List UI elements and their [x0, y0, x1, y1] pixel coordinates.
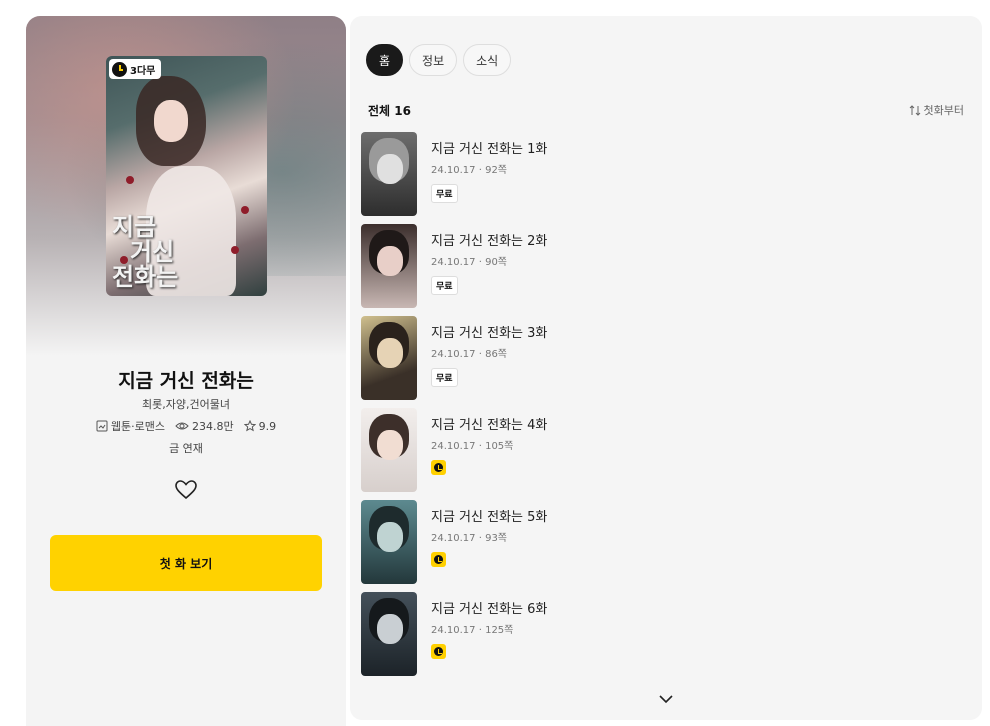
serial-schedule: 금 연재	[169, 442, 203, 455]
episode-row[interactable]: 지금 거신 전화는 4화 24.10.17 · 105쪽	[361, 408, 961, 500]
work-authors[interactable]: 최롯,자양,건어물녀	[26, 396, 346, 412]
wait-free-icon	[431, 460, 446, 475]
eye-icon	[175, 422, 189, 430]
free-badge: 무료	[431, 368, 458, 387]
episode-thumbnail	[361, 500, 417, 584]
episode-title: 지금 거신 전화는 1화	[431, 142, 548, 157]
episode-meta: 24.10.17 · 90쪽	[431, 257, 508, 268]
first-episode-button[interactable]: 첫 화 보기	[50, 535, 322, 591]
episode-row[interactable]: 지금 거신 전화는 5화 24.10.17 · 93쪽	[361, 500, 961, 592]
tab-home[interactable]: 홈	[366, 44, 404, 76]
cover-image[interactable]: 지금 거신 전화는 3다무	[106, 56, 267, 296]
work-title: 지금 거신 전화는	[118, 370, 254, 392]
free-badge: 무료	[431, 184, 458, 203]
episode-thumbnail	[361, 132, 417, 216]
heart-icon[interactable]	[174, 478, 198, 502]
wait-free-icon	[431, 644, 446, 659]
star-icon	[243, 420, 256, 432]
episode-list: 지금 거신 전화는 1화 24.10.17 · 92쪽 무료 지금 거신 전화는…	[361, 132, 961, 684]
free-badge: 무료	[431, 276, 458, 295]
view-count: 234.8만	[175, 418, 234, 434]
episode-row[interactable]: 지금 거신 전화는 6화 24.10.17 · 125쪽	[361, 592, 961, 684]
work-meta: 웹툰·로맨스 234.8만 9.9	[26, 418, 346, 434]
episode-thumbnail	[361, 224, 417, 308]
episode-count: 전체 16	[368, 104, 411, 118]
episode-title: 지금 거신 전화는 4화	[431, 418, 548, 433]
episode-thumbnail	[361, 408, 417, 492]
tab-bar: 홈 정보 소식	[366, 44, 512, 76]
cover-title-art: 지금 거신 전화는	[112, 212, 179, 291]
episode-panel: 홈 정보 소식 전체 16 첫화부터 지금 거신 전화는 1화 24.10.17…	[350, 16, 982, 720]
wait-free-badge: 3다무	[109, 59, 162, 79]
clock-icon	[112, 61, 127, 77]
episode-meta: 24.10.17 · 86쪽	[431, 349, 508, 360]
episode-meta: 24.10.17 · 125쪽	[431, 625, 514, 636]
episode-row[interactable]: 지금 거신 전화는 1화 24.10.17 · 92쪽 무료	[361, 132, 961, 224]
webtoon-icon	[96, 420, 108, 432]
episode-thumbnail	[361, 592, 417, 676]
work-detail-panel: 지금 거신 전화는 3다무 지금 거신 전화는 최롯,자양,건어물녀 웹툰·로맨…	[26, 16, 346, 726]
sort-button[interactable]: 첫화부터	[909, 102, 964, 118]
wait-free-icon	[431, 552, 446, 567]
episode-thumbnail	[361, 316, 417, 400]
chevron-down-icon[interactable]	[658, 692, 674, 706]
episode-row[interactable]: 지금 거신 전화는 3화 24.10.17 · 86쪽 무료	[361, 316, 961, 408]
tab-info[interactable]: 정보	[409, 44, 458, 76]
episode-title: 지금 거신 전화는 6화	[431, 602, 548, 617]
sort-icon	[909, 104, 920, 116]
episode-row[interactable]: 지금 거신 전화는 2화 24.10.17 · 90쪽 무료	[361, 224, 961, 316]
episode-meta: 24.10.17 · 92쪽	[431, 165, 508, 176]
genre-info: 웹툰·로맨스	[96, 418, 165, 434]
episode-title: 지금 거신 전화는 5화	[431, 510, 548, 525]
episode-title: 지금 거신 전화는 2화	[431, 234, 548, 249]
episode-title: 지금 거신 전화는 3화	[431, 326, 548, 341]
episode-meta: 24.10.17 · 93쪽	[431, 533, 508, 544]
episode-meta: 24.10.17 · 105쪽	[431, 441, 514, 452]
tab-news[interactable]: 소식	[463, 44, 512, 76]
rating: 9.9	[243, 420, 276, 433]
